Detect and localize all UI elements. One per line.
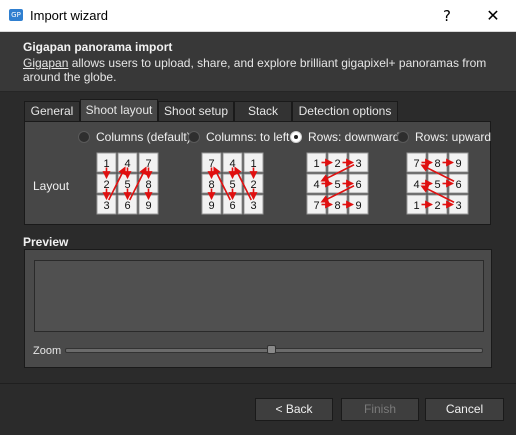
title-bar: GP Import wizard ? ✕ [0,0,516,32]
window-title: Import wizard [30,8,109,23]
grid-number: 3 [355,158,361,170]
grid-number: 3 [250,200,256,212]
wizard-header: Gigapan panorama import Gigapan allows u… [0,32,516,92]
finish-button[interactable]: Finish [341,398,419,421]
radio-indicator [188,131,200,143]
layout-diagram-rows-upward[interactable]: 7 8 9 4 5 6 1 2 3 [406,152,469,215]
close-button[interactable]: ✕ [470,0,516,32]
app-icon: GP [9,9,23,21]
grid-number: 4 [313,179,319,191]
page-description: Gigapan allows users to upload, share, a… [23,56,493,84]
description-text: allows users to upload, share, and explo… [23,56,487,84]
back-button[interactable]: < Back [255,398,333,421]
layout-diagram-columns-default[interactable]: 1 4 72 5 83 6 9 [96,152,159,215]
layout-diagram-rows-downward[interactable]: 1 2 3 4 5 6 7 8 9 [306,152,369,215]
tab-detection-options[interactable]: Detection options [292,101,398,122]
tab-stack[interactable]: Stack [234,101,292,122]
radio-label: Columns: to left [206,130,290,144]
radio-indicator [78,131,90,143]
grid-number: 6 [124,200,130,212]
shoot-layout-panel: Columns (default) Columns: to left Rows:… [24,121,491,225]
tab-shoot-setup[interactable]: Shoot setup [158,101,234,122]
grid-number: 6 [455,179,461,191]
grid-number: 7 [313,200,319,212]
grid-number: 4 [413,179,419,191]
radio-label: Rows: upward [415,130,492,144]
radio-indicator [397,131,409,143]
help-button[interactable]: ? [424,0,470,32]
preview-canvas[interactable] [34,260,484,332]
grid-number: 2 [334,158,340,170]
grid-number: 8 [434,158,440,170]
radio-label: Columns (default) [96,130,191,144]
tab-general[interactable]: General [24,101,80,122]
tab-shoot-layout[interactable]: Shoot layout [80,99,158,122]
grid-number: 9 [208,200,214,212]
grid-number: 9 [355,200,361,212]
grid-number: 8 [334,200,340,212]
grid-number: 3 [455,200,461,212]
grid-number: 5 [334,179,340,191]
grid-number: 7 [413,158,419,170]
grid-number: 5 [434,179,440,191]
grid-number: 6 [355,179,361,191]
zoom-slider-thumb[interactable] [267,345,276,354]
preview-title: Preview [23,235,69,249]
page-title: Gigapan panorama import [23,40,173,54]
preview-panel: Zoom [24,249,492,368]
layout-label: Layout [33,179,70,193]
grid-number: 6 [229,200,235,212]
zoom-label: Zoom [33,345,62,357]
grid-number: 9 [455,158,461,170]
grid-number: 9 [145,200,151,212]
gigapan-link[interactable]: Gigapan [23,56,68,70]
grid-number: 2 [434,200,440,212]
radio-indicator-checked [290,131,302,143]
grid-number: 1 [413,200,419,212]
layout-diagram-columns-to-left[interactable]: 7 4 18 5 29 6 3 [201,152,264,215]
radio-label: Rows: downward [308,130,400,144]
footer-divider [0,383,516,384]
grid-number: 3 [103,200,109,212]
grid-number: 1 [313,158,319,170]
cancel-button[interactable]: Cancel [425,398,504,421]
